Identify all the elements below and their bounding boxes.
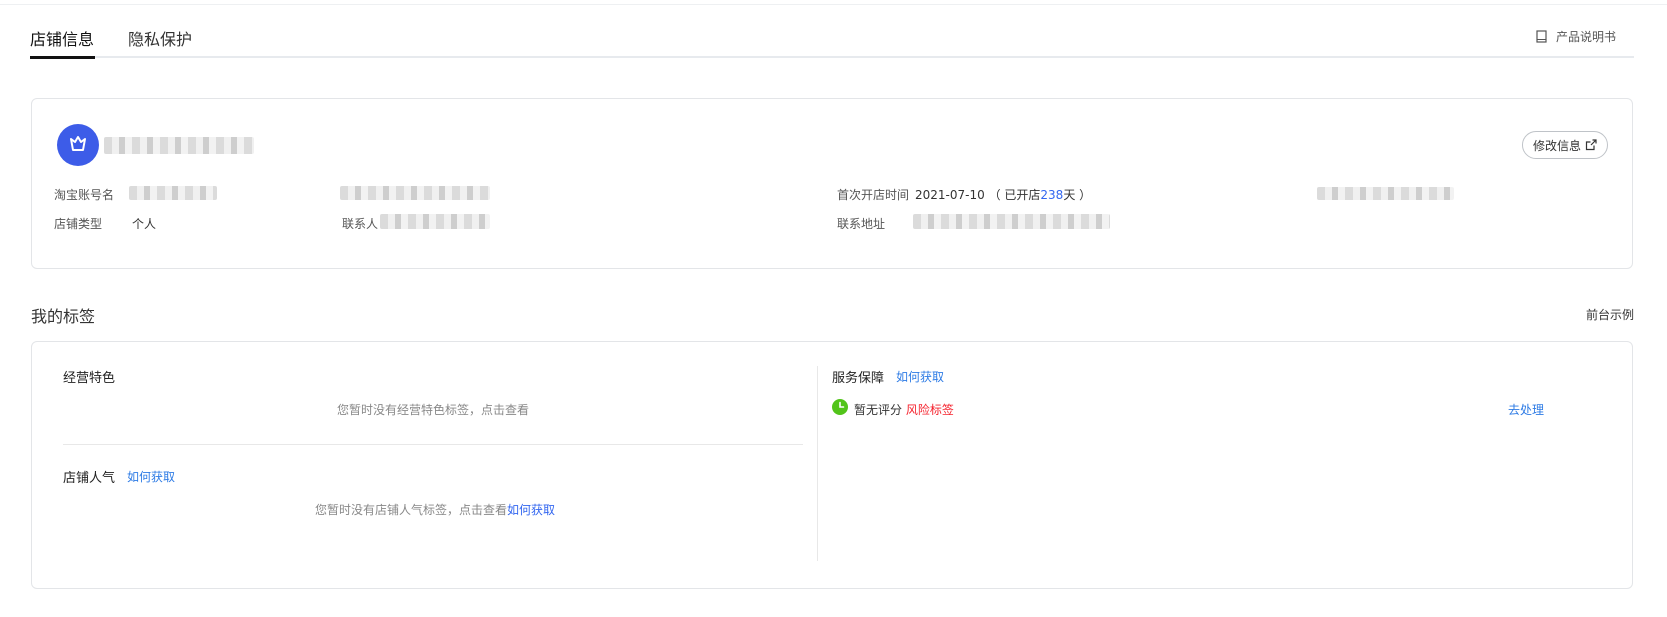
contact-label: 联系人 bbox=[342, 217, 379, 231]
taobao-account-label: 淘宝账号名 bbox=[54, 188, 115, 202]
store-avatar bbox=[57, 124, 99, 166]
business-features-empty[interactable]: 您暂时没有经营特色标签，点击查看 bbox=[337, 401, 529, 418]
front-example-link[interactable]: 前台示例 bbox=[1586, 306, 1634, 323]
store-type-value: 个人 bbox=[132, 217, 157, 231]
tab-active-indicator bbox=[30, 56, 95, 59]
opened-suffix: 天 ） bbox=[1063, 188, 1092, 202]
external-edit-icon bbox=[1585, 139, 1597, 151]
tab-bar: 店铺信息 隐私保护 产品说明书 bbox=[30, 0, 1634, 62]
tab-privacy-protection[interactable]: 隐私保护 bbox=[128, 26, 192, 50]
tab-store-info[interactable]: 店铺信息 bbox=[30, 26, 94, 50]
store-popularity-empty: 您暂时没有店铺人气标签，点击查看如何获取 bbox=[315, 501, 555, 518]
edit-info-button[interactable]: 修改信息 bbox=[1521, 131, 1608, 159]
service-guarantee-status: 暂无评分 风险标签 bbox=[854, 401, 954, 418]
first-open-date: 2021-07-10 bbox=[915, 188, 985, 202]
product-manual-link[interactable]: 产品说明书 bbox=[1535, 28, 1616, 45]
contact-value-redacted bbox=[380, 214, 490, 229]
service-guarantee-how-to-get[interactable]: 如何获取 bbox=[896, 368, 944, 385]
store-name-redacted bbox=[104, 137, 254, 154]
contact-address-label: 联系地址 bbox=[837, 217, 886, 231]
tab-underline bbox=[30, 56, 1634, 58]
store-popularity-empty-text: 您暂时没有店铺人气标签，点击查看 bbox=[315, 503, 508, 517]
redacted-field-right bbox=[1317, 187, 1454, 200]
go-process-link[interactable]: 去处理 bbox=[1508, 401, 1544, 418]
service-status-text: 暂无评分 bbox=[854, 403, 903, 417]
column-divider bbox=[817, 366, 818, 561]
first-open-time-value: 2021-07-10 （ 已开店238天 ） bbox=[915, 186, 1091, 203]
store-type-label: 店铺类型 bbox=[54, 217, 103, 231]
contact-address-redacted bbox=[913, 214, 1110, 229]
my-tags-title: 我的标签 bbox=[31, 307, 96, 326]
service-guarantee-title: 服务保障 bbox=[832, 371, 885, 386]
taobao-account-value-redacted bbox=[129, 186, 217, 200]
opened-prefix: （ 已开店 bbox=[988, 188, 1041, 202]
clock-status-icon bbox=[832, 399, 848, 415]
store-popularity-how-to-get[interactable]: 如何获取 bbox=[127, 468, 175, 485]
risk-label[interactable]: 风险标签 bbox=[906, 403, 954, 417]
business-features-title: 经营特色 bbox=[63, 371, 116, 386]
book-icon bbox=[1536, 30, 1547, 43]
redacted-field bbox=[340, 186, 490, 200]
section-divider bbox=[63, 444, 803, 445]
store-info-card: 修改信息 淘宝账号名 首次开店时间 2021-07-10 （ 已开店238天 ）… bbox=[31, 98, 1633, 269]
store-popularity-empty-link[interactable]: 如何获取 bbox=[507, 503, 555, 517]
first-open-time-label: 首次开店时间 bbox=[837, 188, 910, 202]
edit-info-label: 修改信息 bbox=[1532, 138, 1581, 153]
opened-days: 238 bbox=[1040, 188, 1064, 202]
store-popularity-title: 店铺人气 bbox=[63, 471, 116, 486]
my-tags-card: 经营特色 您暂时没有经营特色标签，点击查看 店铺人气 如何获取 您暂时没有店铺人… bbox=[31, 341, 1633, 589]
store-logo-icon bbox=[70, 136, 86, 151]
product-manual-label: 产品说明书 bbox=[1555, 30, 1616, 44]
